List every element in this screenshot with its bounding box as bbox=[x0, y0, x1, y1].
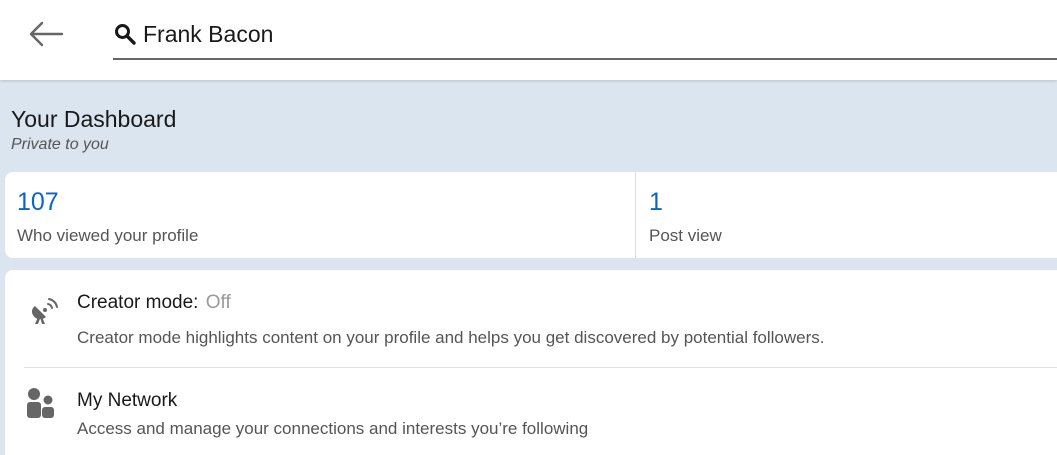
dashboard-subtitle: Private to you bbox=[11, 136, 109, 153]
post-views-count: 1 bbox=[649, 188, 663, 216]
back-button[interactable] bbox=[26, 18, 66, 50]
profile-views-count: 107 bbox=[17, 188, 59, 216]
creator-mode-title: Creator mode: Off bbox=[77, 292, 231, 314]
post-views-stat[interactable]: 1 Post view bbox=[636, 172, 1057, 258]
top-bar bbox=[0, 0, 1057, 80]
creator-mode-row[interactable]: Creator mode: Off Creator mode highlight… bbox=[5, 270, 1057, 368]
creator-mode-status: Off bbox=[205, 292, 231, 313]
creator-mode-description: Creator mode highlights content on your … bbox=[77, 328, 825, 347]
my-network-title: My Network bbox=[77, 390, 178, 411]
stats-panel: 107 Who viewed your profile 1 Post view bbox=[5, 172, 1057, 258]
dashboard-title: Your Dashboard bbox=[11, 106, 177, 132]
arrow-left-icon bbox=[29, 21, 64, 47]
my-network-row[interactable]: My Network Access and manage your connec… bbox=[5, 368, 1057, 455]
profile-views-stat[interactable]: 107 Who viewed your profile bbox=[5, 172, 636, 258]
search-bar[interactable] bbox=[113, 14, 1057, 60]
creator-mode-label: Creator mode: bbox=[77, 292, 199, 313]
search-input[interactable] bbox=[143, 19, 1023, 49]
satellite-dish-icon bbox=[31, 298, 58, 324]
my-network-description: Access and manage your connections and i… bbox=[77, 419, 589, 438]
dashboard-tools-card: Creator mode: Off Creator mode highlight… bbox=[5, 270, 1057, 455]
post-views-label: Post view bbox=[649, 226, 722, 245]
profile-views-label: Who viewed your profile bbox=[17, 226, 199, 245]
people-icon bbox=[27, 388, 54, 418]
magnifier-icon bbox=[115, 24, 136, 45]
dashboard-header: Your Dashboard Private to you bbox=[11, 104, 176, 154]
